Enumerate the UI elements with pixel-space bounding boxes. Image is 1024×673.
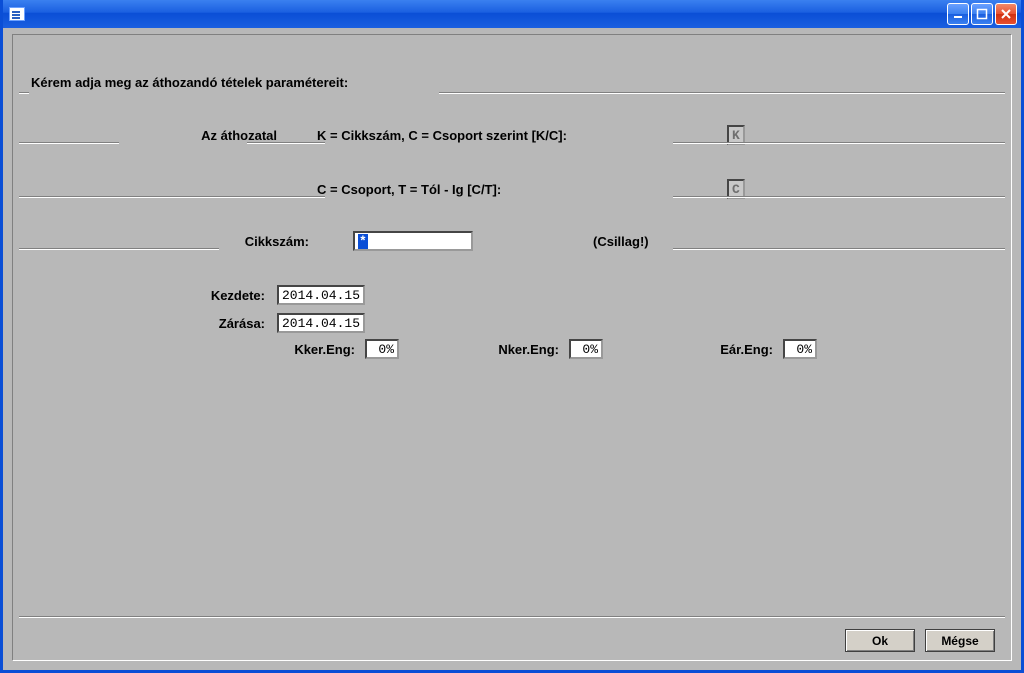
bottom-divider [19, 616, 1005, 618]
ok-button[interactable]: Ok [845, 629, 915, 652]
label-kker-eng: Kker.Eng: [275, 342, 365, 357]
label-athozatal: Az áthozatal [37, 128, 317, 143]
client-area: Kérem adja meg az áthozandó tételek para… [6, 28, 1018, 667]
minimize-button[interactable] [947, 3, 969, 25]
maximize-button[interactable] [971, 3, 993, 25]
close-button[interactable] [995, 3, 1017, 25]
row-kezdete: Kezdete: [13, 285, 1011, 305]
button-bar: Ok Mégse [845, 629, 995, 652]
input-ear-eng[interactable] [783, 339, 817, 359]
input-cikkszam[interactable]: * [353, 231, 473, 251]
application-window: Kérem adja meg az áthozandó tételek para… [0, 0, 1024, 673]
form-panel: Kérem adja meg az áthozandó tételek para… [12, 34, 1012, 661]
label-kezdete: Kezdete: [37, 288, 277, 303]
form-heading: Kérem adja meg az áthozandó tételek para… [31, 75, 348, 90]
input-nker-eng[interactable] [569, 339, 603, 359]
label-ear-eng: Eár.Eng: [703, 342, 783, 357]
row-zarasa: Zárása: [13, 313, 1011, 333]
label-zarasa: Zárása: [37, 316, 277, 331]
label-kc-desc: K = Cikkszám, C = Csoport szerint [K/C]: [317, 128, 697, 143]
input-zarasa[interactable] [277, 313, 365, 333]
label-cikkszam: Cikkszám: [225, 234, 335, 249]
input-kker-eng[interactable] [365, 339, 399, 359]
cancel-button[interactable]: Mégse [925, 629, 995, 652]
input-kezdete[interactable] [277, 285, 365, 305]
titlebar [3, 0, 1021, 28]
row-eng: Kker.Eng: Nker.Eng: Eár.Eng: [13, 339, 1011, 359]
label-csillag: (Csillag!) [593, 234, 649, 249]
label-nker-eng: Nker.Eng: [479, 342, 569, 357]
label-ct-desc: C = Csoport, T = Tól - Ig [C/T]: [317, 182, 697, 197]
app-icon [9, 7, 25, 21]
